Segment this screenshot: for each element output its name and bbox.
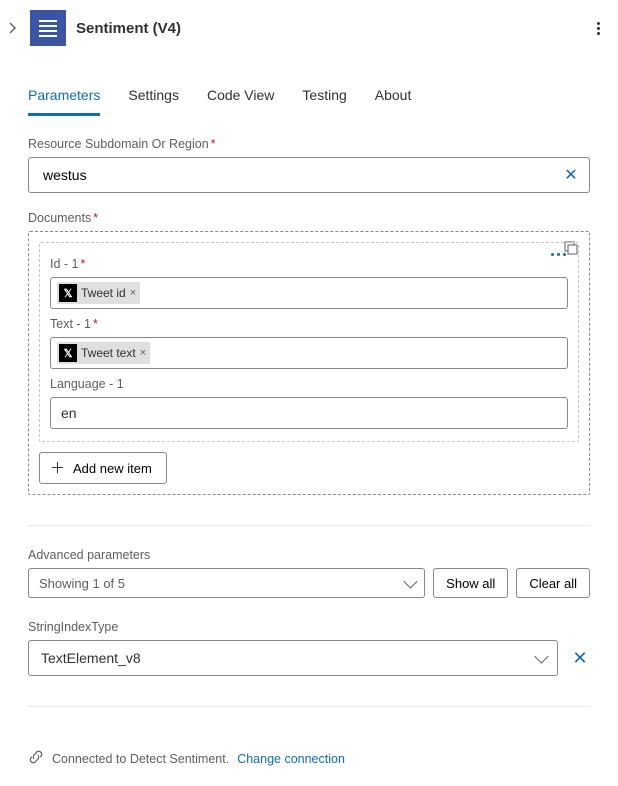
more-menu-icon[interactable] — [590, 18, 606, 39]
id-token[interactable]: 𝕏 Tweet id × — [57, 282, 140, 304]
change-connection-link[interactable]: Change connection — [237, 752, 345, 766]
id-input[interactable]: 𝕏 Tweet id × — [50, 277, 568, 309]
documents-panel: Id - 1* 𝕏 Tweet id × Text - 1* 𝕏 Tweet t… — [28, 231, 590, 495]
tabs: Parameters Settings Code View Testing Ab… — [0, 57, 618, 117]
tab-about[interactable]: About — [375, 87, 412, 116]
tab-parameters[interactable]: Parameters — [28, 87, 100, 116]
plus-icon: ＋ — [50, 461, 65, 476]
tab-testing[interactable]: Testing — [302, 87, 346, 116]
step-icon — [30, 10, 66, 46]
string-index-row: TextElement_v8 ✕ — [28, 640, 590, 676]
clear-icon[interactable]: ✕ — [570, 648, 590, 669]
add-item-button[interactable]: ＋ Add new item — [39, 452, 167, 484]
chevron-down-icon — [534, 650, 548, 664]
advanced-row: Showing 1 of 5 Show all Clear all — [28, 568, 590, 598]
tab-code-view[interactable]: Code View — [207, 87, 274, 116]
region-input[interactable] — [41, 166, 561, 184]
advanced-label: Advanced parameters — [28, 548, 590, 562]
step-title: Sentiment (V4) — [76, 20, 580, 37]
connection-footer: Connected to Detect Sentiment. Change co… — [0, 749, 618, 786]
clear-icon[interactable]: ✕ — [561, 165, 581, 185]
link-icon — [28, 749, 44, 768]
collapse-chevron-icon[interactable] — [4, 20, 20, 36]
string-index-select[interactable]: TextElement_v8 — [28, 640, 558, 676]
remove-token-icon[interactable]: × — [140, 347, 146, 359]
document-item: Id - 1* 𝕏 Tweet id × Text - 1* 𝕏 Tweet t… — [39, 242, 579, 442]
region-label: Resource Subdomain Or Region* — [28, 137, 590, 151]
string-index-label: StringIndexType — [28, 620, 590, 634]
language-input[interactable]: en — [50, 397, 568, 429]
show-all-button[interactable]: Show all — [433, 568, 508, 598]
text-token[interactable]: 𝕏 Tweet text × — [57, 342, 150, 364]
divider — [28, 706, 590, 707]
id-label: Id - 1* — [50, 257, 568, 271]
twitter-icon: 𝕏 — [59, 284, 77, 302]
connection-status: Connected to Detect Sentiment. — [52, 752, 229, 766]
remove-token-icon[interactable]: × — [130, 287, 136, 299]
twitter-icon: 𝕏 — [59, 344, 77, 362]
advanced-select[interactable]: Showing 1 of 5 — [28, 568, 425, 598]
region-input-wrap[interactable]: ✕ — [28, 157, 590, 193]
chevron-down-icon — [404, 575, 418, 589]
step-header: Sentiment (V4) — [0, 0, 618, 57]
text-input[interactable]: 𝕏 Tweet text × — [50, 337, 568, 369]
tab-settings[interactable]: Settings — [128, 87, 179, 116]
divider — [28, 525, 590, 526]
text-label: Text - 1* — [50, 317, 568, 331]
language-label: Language - 1 — [50, 377, 568, 391]
clear-all-button[interactable]: Clear all — [516, 568, 590, 598]
documents-label: Documents* — [28, 211, 590, 225]
item-menu-icon[interactable] — [551, 253, 566, 256]
